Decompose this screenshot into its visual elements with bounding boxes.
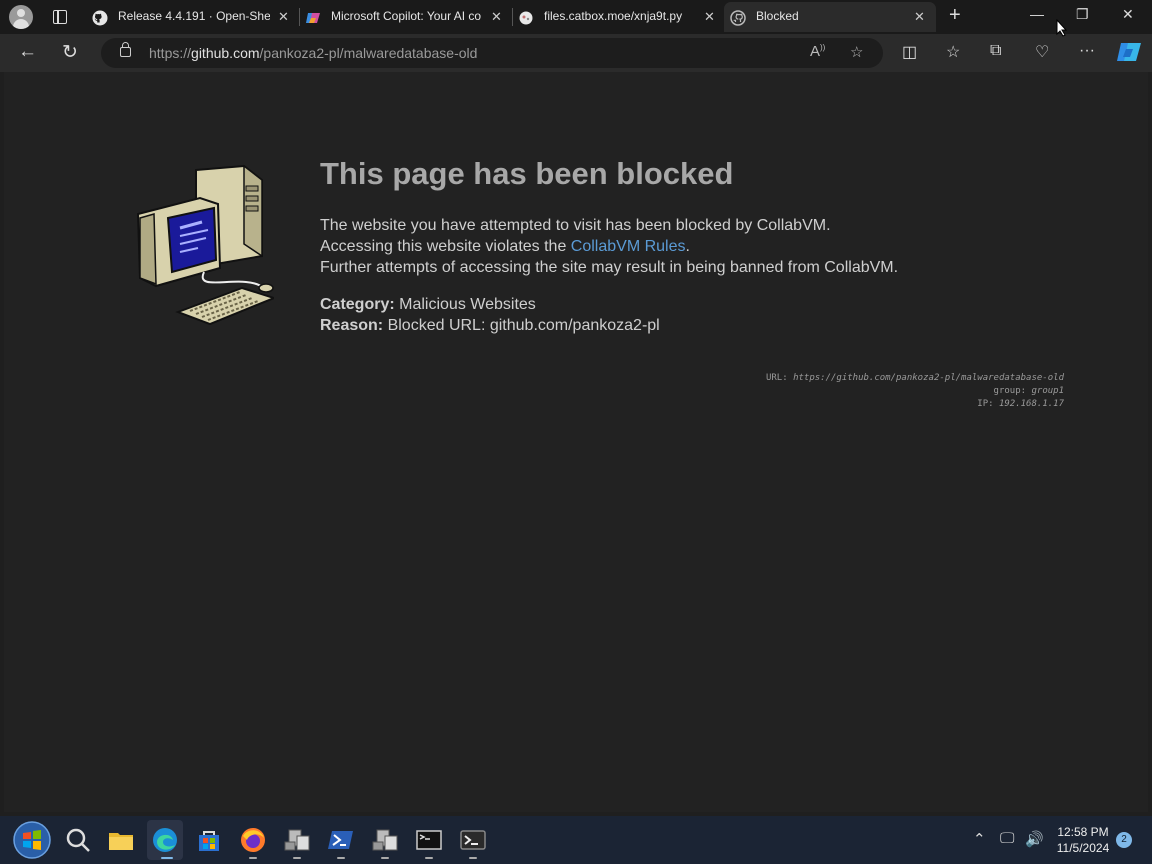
new-tab-icon[interactable]: +: [949, 4, 961, 27]
clock[interactable]: 12:58 PM 11/5/2024: [1050, 824, 1116, 856]
retro-computer-icon: [136, 164, 274, 326]
browser-essentials-icon[interactable]: ♡: [1035, 42, 1049, 62]
close-tab-icon[interactable]: ✕: [278, 9, 289, 25]
lock-icon[interactable]: [120, 42, 131, 57]
minimize-icon[interactable]: —: [1030, 6, 1044, 22]
volume-icon[interactable]: 🔊: [1025, 830, 1044, 848]
tab-blocked[interactable]: Blocked ✕: [724, 2, 936, 32]
network-icon[interactable]: 🖵: [1000, 830, 1014, 847]
tab-title: Blocked: [756, 9, 799, 23]
close-tab-icon[interactable]: ✕: [491, 9, 502, 25]
meta-group: group: group1: [993, 386, 1064, 396]
active-indicator: [161, 857, 173, 859]
meta-ip: IP: 192.168.1.17: [977, 399, 1064, 409]
virtual-machine-icon[interactable]: [283, 826, 311, 854]
running-indicator: [425, 857, 433, 859]
page-content: This page has been blocked The website y…: [4, 72, 1148, 812]
edge-icon[interactable]: [151, 826, 179, 854]
running-indicator: [293, 857, 301, 859]
restore-icon[interactable]: ❐: [1076, 6, 1089, 23]
tab-actions-icon[interactable]: [53, 10, 67, 24]
running-indicator: [469, 857, 477, 859]
copilot-icon: [306, 13, 320, 23]
github-icon: [92, 10, 108, 26]
tab-title: files.catbox.moe/xnja9t.py: [544, 9, 683, 23]
back-icon[interactable]: ←: [18, 41, 37, 63]
github-icon: [730, 10, 746, 26]
reason-row: Reason: Blocked URL: github.com/pankoza2…: [320, 317, 660, 334]
blocked-message-line2: Accessing this website violates the Coll…: [320, 238, 690, 255]
virtual-machine-icon[interactable]: [371, 826, 399, 854]
close-window-icon[interactable]: ✕: [1122, 6, 1134, 23]
copilot-icon[interactable]: [1117, 41, 1141, 63]
tab-title: Microsoft Copilot: Your AI co: [331, 9, 481, 23]
reason-value: Blocked URL: github.com/pankoza2-pl: [387, 317, 660, 334]
catbox-icon: [519, 11, 533, 25]
terminal-icon[interactable]: [459, 826, 487, 854]
url-text[interactable]: https://github.com/pankoza2-pl/malwareda…: [149, 45, 477, 61]
start-button-icon[interactable]: [13, 821, 51, 859]
collabvm-rules-link[interactable]: CollabVM Rules: [571, 238, 686, 255]
blocked-message-line1: The website you have attempted to visit …: [320, 217, 831, 234]
store-icon[interactable]: [195, 826, 223, 854]
tab-copilot[interactable]: Microsoft Copilot: Your AI co ✕: [299, 2, 509, 32]
close-tab-icon[interactable]: ✕: [704, 9, 715, 25]
refresh-icon[interactable]: ↻: [62, 41, 78, 64]
clock-time: 12:58 PM: [1057, 825, 1109, 839]
browser-toolbar: ← ↻ https://github.com/pankoza2-pl/malwa…: [0, 34, 1152, 72]
meta-url: URL: https://github.com/pankoza2-pl/malw…: [765, 373, 1064, 383]
split-screen-icon[interactable]: ◫: [902, 42, 917, 62]
tab-strip: Release 4.4.191 · Open-Shell/ ✕ Microsof…: [0, 0, 1152, 34]
category-value: Malicious Websites: [399, 296, 536, 313]
favorite-star-icon[interactable]: ☆: [850, 43, 863, 61]
category-row: Category: Malicious Websites: [320, 296, 536, 313]
running-indicator: [381, 857, 389, 859]
address-bar[interactable]: https://github.com/pankoza2-pl/malwareda…: [101, 38, 883, 68]
taskbar: ⌃ 🖵 🔊 12:58 PM 11/5/2024 2: [0, 816, 1152, 864]
search-icon[interactable]: [64, 826, 92, 854]
mouse-cursor-icon: [1056, 19, 1068, 37]
show-hidden-icons-chevron-icon[interactable]: ⌃: [973, 830, 986, 848]
page-title: This page has been blocked: [320, 156, 734, 191]
notification-badge[interactable]: 2: [1116, 832, 1132, 848]
tab-catbox[interactable]: files.catbox.moe/xnja9t.py ✕: [512, 2, 722, 32]
close-tab-icon[interactable]: ✕: [914, 9, 925, 25]
clock-date: 11/5/2024: [1056, 841, 1110, 855]
collections-icon[interactable]: ⧉: [990, 42, 1001, 60]
firefox-icon[interactable]: [239, 826, 267, 854]
tab-open-shell[interactable]: Release 4.4.191 · Open-Shell/ ✕: [86, 2, 296, 32]
more-menu-icon[interactable]: ···: [1079, 42, 1095, 60]
favorites-icon[interactable]: ☆: [946, 42, 960, 62]
powershell-icon[interactable]: [327, 826, 355, 854]
blocked-message-line3: Further attempts of accessing the site m…: [320, 259, 899, 276]
tab-title: Release 4.4.191 · Open-Shell/: [118, 9, 270, 23]
running-indicator: [249, 857, 257, 859]
file-explorer-icon[interactable]: [107, 826, 135, 854]
read-aloud-icon[interactable]: A)): [810, 43, 825, 60]
profile-icon[interactable]: [9, 5, 33, 29]
command-prompt-icon[interactable]: [415, 826, 443, 854]
running-indicator: [337, 857, 345, 859]
